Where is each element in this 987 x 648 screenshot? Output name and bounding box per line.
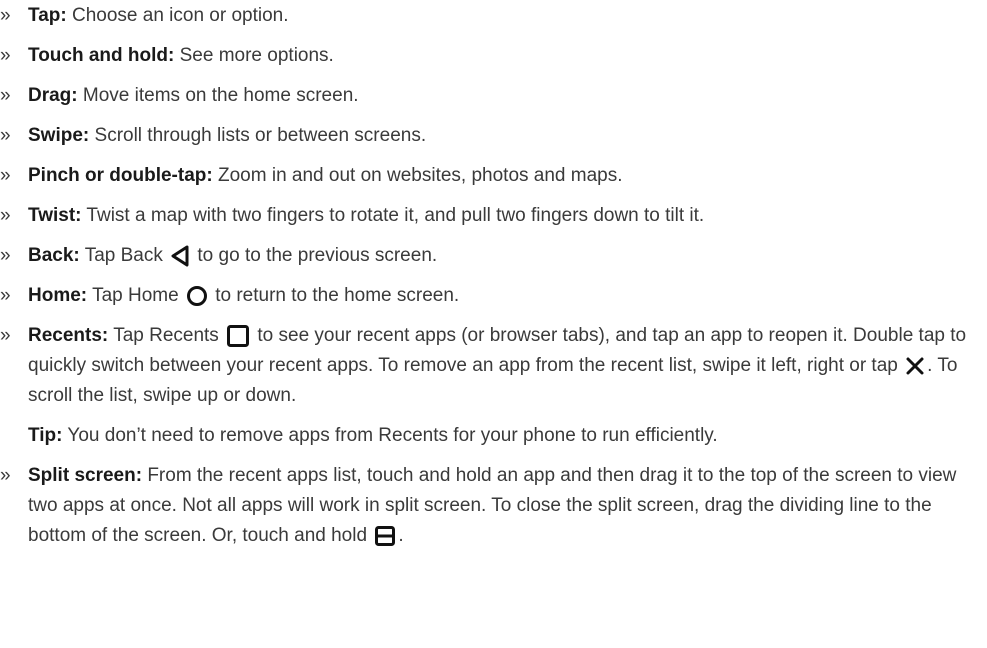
bullet: » [0,125,11,146]
bullet: » [0,165,11,186]
list-item-touch-and-hold: » Touch and hold: See more options. [0,41,973,71]
term: Back: [28,245,80,266]
description: Tap Recents [113,325,219,346]
bullet: » [0,5,11,26]
bullet: » [0,45,11,66]
list-item-swipe: » Swipe: Scroll through lists or between… [0,121,973,151]
term: Pinch or double-tap: [28,165,213,186]
tip-label: Tip: [28,425,63,446]
list-item-split-screen: » Split screen: From the recent apps lis… [0,461,973,551]
home-circle-icon [186,285,208,307]
bullet: » [0,205,11,226]
term: Home: [28,285,88,306]
description: Twist a map with two fingers to rotate i… [86,205,705,226]
list-item-drag: » Drag: Move items on the home screen. [0,81,973,111]
term: Tap: [28,5,67,26]
description: Tap Home [92,285,179,306]
description: Scroll through lists or between screens. [94,125,427,146]
tip-text: You don’t need to remove apps from Recen… [67,425,718,446]
description-cont: to go to the previous screen. [197,245,438,266]
bullet: » [0,245,11,266]
description: Choose an icon or option. [71,5,289,26]
list-item-pinch: » Pinch or double-tap: Zoom in and out o… [0,161,973,191]
bullet: » [0,325,11,346]
list-item-back: » Back: Tap Back to go to the previous s… [0,241,973,271]
close-x-icon [905,356,925,376]
description: Move items on the home screen. [82,85,359,106]
recents-square-icon [226,324,250,348]
term: Twist: [28,205,82,226]
description: See more options. [179,45,334,66]
term: Recents: [28,325,109,346]
back-triangle-icon [170,245,190,267]
description: Tap Back [84,245,163,266]
bullet: » [0,285,11,306]
split-screen-icon [374,525,396,547]
description: Zoom in and out on websites, photos and … [218,165,623,186]
list-item-home: » Home: Tap Home to return to the home s… [0,281,973,311]
term: Swipe: [28,125,90,146]
list-item-tap: » Tap: Choose an icon or option. [0,1,973,31]
list-item-recents: » Recents: Tap Recents to see your recen… [0,321,973,411]
gesture-list: » Tap: Choose an icon or option. » Touch… [0,0,987,551]
list-item-twist: » Twist: Twist a map with two fingers to… [0,201,973,231]
description: From the recent apps list, touch and hol… [28,465,957,546]
term: Touch and hold: [28,45,175,66]
bullet: » [0,465,11,486]
bullet: » [0,85,11,106]
description-cont: to return to the home screen. [215,285,460,306]
description-end: . [398,525,404,546]
term: Split screen: [28,465,143,486]
tip-note: Tip: You don’t need to remove apps from … [0,421,987,451]
term: Drag: [28,85,78,106]
